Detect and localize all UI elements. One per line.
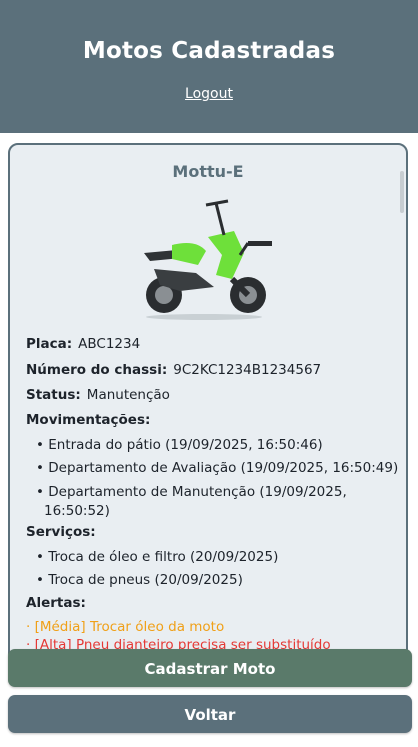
chassi-label: Número do chassi: <box>26 362 168 378</box>
placa-row: Placa: ABC1234 <box>26 336 140 352</box>
movimentacao-item-cont: 16:50:52) <box>44 503 110 519</box>
placa-value: ABC1234 <box>78 336 141 352</box>
cadastrar-moto-button[interactable]: Cadastrar Moto <box>8 649 412 687</box>
chassi-row: Número do chassi: 9C2KC1234B1234567 <box>26 362 321 378</box>
servico-item: • Troca de pneus (20/09/2025) <box>36 572 243 588</box>
movimentacao-item: • Departamento de Avaliação (19/09/2025,… <box>36 460 399 476</box>
app-header: Motos Cadastradas Logout <box>0 0 418 133</box>
moto-name: Mottu-E <box>172 162 244 181</box>
status-row: Status: Manutenção <box>26 387 170 403</box>
voltar-button[interactable]: Voltar <box>8 695 412 733</box>
alertas-label: Alertas: <box>26 595 86 611</box>
logout-link[interactable]: Logout <box>0 86 418 102</box>
moto-card: Mottu-E Placa: ABC1234 Número do chassi: 9… <box>8 143 408 663</box>
page-title: Motos Cadastradas <box>82 38 336 64</box>
movimentacao-item: • Departamento de Manutenção (19/09/2025… <box>36 484 347 500</box>
chassi-value: 9C2KC1234B1234567 <box>173 362 322 378</box>
placa-label: Placa: <box>26 336 73 352</box>
alert-item-media: · [Média] Trocar óleo da moto <box>26 619 225 635</box>
moto-image <box>144 199 272 320</box>
status-label: Status: <box>26 387 81 403</box>
status-value: Manutenção <box>86 387 170 403</box>
servico-item: • Troca de óleo e filtro (20/09/2025) <box>36 549 279 565</box>
servicos-label: Serviços: <box>26 524 96 540</box>
movimentacao-item: • Entrada do pátio (19/09/2025, 16:50:46… <box>36 437 323 453</box>
movimentacoes-label: Movimentações: <box>26 412 151 428</box>
